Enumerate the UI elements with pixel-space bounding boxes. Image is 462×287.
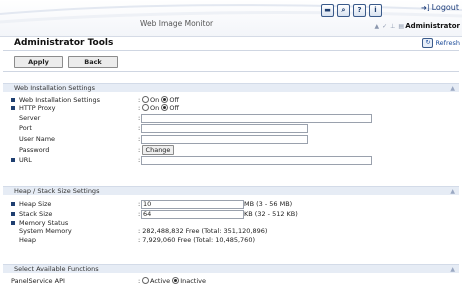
status-icon-4: ▤ <box>398 23 404 30</box>
mail-icon[interactable]: ▬ <box>321 4 334 17</box>
section-title: Web Installation Settings <box>14 84 95 92</box>
heap-size-row: Heap Size <box>11 200 51 208</box>
colon: : <box>138 277 141 285</box>
web-install-row: Web Installation Settings <box>11 96 100 104</box>
colon: : <box>138 200 141 208</box>
section-title: Heap / Stack Size Settings <box>14 187 100 195</box>
top-banner: Web Image Monitor ▬ ⌕ ? i ➜] Logout ▲ ✓ … <box>0 0 462 37</box>
system-memory-label: System Memory <box>19 227 72 235</box>
heap-size-label: Heap Size <box>19 200 52 208</box>
status-icon-3: ⊥ <box>390 23 396 30</box>
stack-size-label: Stack Size <box>19 210 53 218</box>
panel-service-label: PanelService API <box>11 277 65 285</box>
server-input[interactable] <box>141 114 372 123</box>
on-label: On <box>150 96 160 104</box>
section-functions-header: Select Available Functions ▲ <box>3 264 459 273</box>
user-name: Administrator <box>405 22 460 30</box>
info-icon[interactable]: i <box>369 4 382 17</box>
memory-status-row: Memory Status <box>11 219 68 227</box>
logout-label: Logout <box>431 3 459 12</box>
colon: : <box>138 96 141 104</box>
web-install-radio-group: On Off <box>142 95 179 104</box>
system-memory-value: : 282,488,832 Free (Total: 351,120,896) <box>138 227 268 235</box>
apply-button[interactable]: Apply <box>14 56 63 68</box>
heap-memory-value: : 7,929,060 Free (Total: 10,485,760) <box>138 236 255 244</box>
port-input[interactable] <box>141 124 308 133</box>
colon: : <box>138 124 141 132</box>
http-proxy-label: HTTP Proxy <box>19 104 56 112</box>
refresh-label: Refresh <box>435 39 460 47</box>
url-input[interactable] <box>141 156 372 165</box>
stack-size-unit: KB (32 - 512 KB) <box>244 210 298 218</box>
heap-size-unit: MB (3 - 56 MB) <box>244 200 293 208</box>
logout-link[interactable]: ➜] Logout <box>421 3 459 12</box>
memory-status-label: Memory Status <box>19 219 69 227</box>
page-title: Administrator Tools <box>14 38 114 48</box>
toolbar-icons: ▬ ⌕ ? i <box>321 4 382 17</box>
help-icon[interactable]: ? <box>353 4 366 17</box>
url-row: URL <box>11 156 32 164</box>
app-title: Web Image Monitor <box>140 19 214 28</box>
section-web-install-header: Web Installation Settings ▲ <box>3 83 459 92</box>
panel-service-inactive-radio[interactable] <box>172 276 180 284</box>
web-install-label: Web Installation Settings <box>19 96 100 104</box>
off-label: Off <box>169 104 179 112</box>
refresh-button[interactable]: ↻ Refresh <box>422 38 460 48</box>
logout-icon: ➜] <box>421 3 430 12</box>
panel-service-radio-group: Active Inactive <box>142 276 206 285</box>
active-label: Active <box>150 277 171 285</box>
status-icon-2: ✓ <box>382 23 388 30</box>
bullet-icon <box>11 202 15 206</box>
stack-size-input[interactable]: 64 <box>141 210 244 219</box>
inactive-label: Inactive <box>180 277 206 285</box>
http-proxy-radio-group: On Off <box>142 103 179 112</box>
bullet-icon <box>11 212 15 216</box>
collapse-icon[interactable]: ▲ <box>450 265 455 274</box>
divider <box>3 71 459 72</box>
web-install-off-radio[interactable] <box>161 95 169 103</box>
bullet-icon <box>11 158 15 162</box>
username-label: User Name <box>19 135 56 143</box>
panel-service-active-radio[interactable] <box>142 276 149 284</box>
divider <box>3 50 459 51</box>
section-heap-header: Heap / Stack Size Settings ▲ <box>3 186 459 195</box>
section-title: Select Available Functions <box>14 265 99 273</box>
colon: : <box>138 146 141 154</box>
http-proxy-on-radio[interactable] <box>142 103 149 111</box>
colon: : <box>138 104 141 112</box>
search-icon[interactable]: ⌕ <box>337 4 350 17</box>
colon: : <box>138 114 141 122</box>
server-label: Server <box>19 114 41 122</box>
heap-size-input[interactable]: 10 <box>141 200 244 209</box>
colon: : <box>138 156 141 164</box>
stack-size-row: Stack Size <box>11 210 52 218</box>
status-icon-1: ▲ <box>374 23 380 30</box>
change-password-button[interactable]: Change <box>142 145 174 155</box>
web-install-on-radio[interactable] <box>142 95 149 103</box>
http-proxy-row: HTTP Proxy <box>11 104 56 112</box>
banner-swoosh <box>0 4 462 24</box>
bullet-icon <box>11 106 15 110</box>
url-label: URL <box>19 156 32 164</box>
http-proxy-off-radio[interactable] <box>161 103 169 111</box>
username-input[interactable] <box>141 135 308 144</box>
heap-memory-label: Heap <box>19 236 36 244</box>
refresh-icon: ↻ <box>422 38 434 48</box>
colon: : <box>138 135 141 143</box>
port-label: Port <box>19 124 32 132</box>
off-label: Off <box>169 96 179 104</box>
back-button[interactable]: Back <box>68 56 118 68</box>
status-icons: ▲ ✓ ⊥ ▤ <box>374 23 404 30</box>
collapse-icon[interactable]: ▲ <box>450 187 455 196</box>
colon: : <box>138 210 141 218</box>
bullet-icon <box>11 221 15 225</box>
bullet-icon <box>11 98 15 102</box>
password-label: Password <box>19 146 50 154</box>
on-label: On <box>150 104 160 112</box>
collapse-icon[interactable]: ▲ <box>450 84 455 93</box>
